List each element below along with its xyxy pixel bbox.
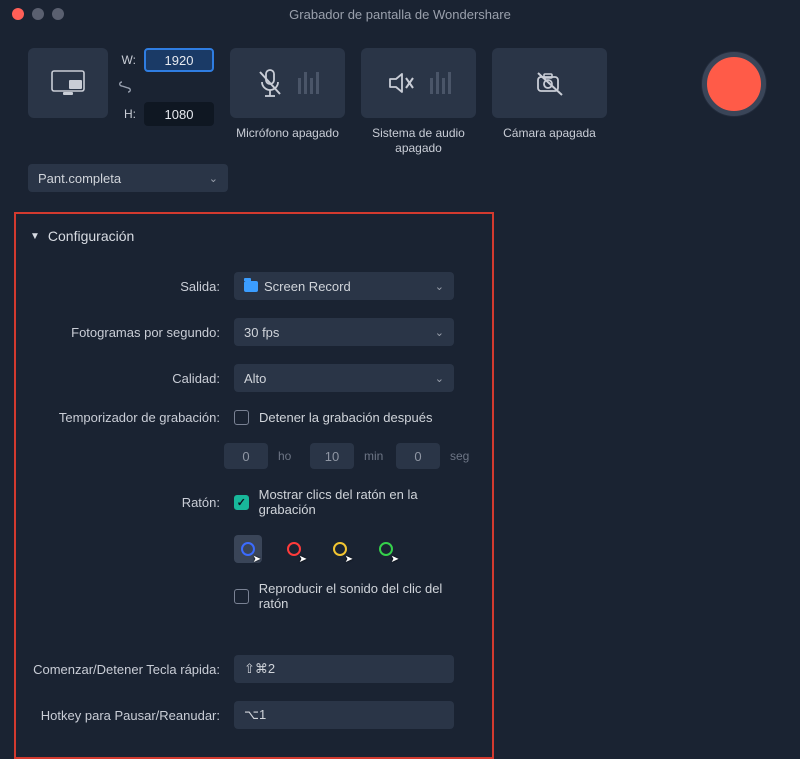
height-input[interactable] bbox=[144, 102, 214, 126]
system-audio-label: Sistema de audio apagado bbox=[361, 126, 476, 156]
configuration-panel: ▼ Configuración Salida: Screen Record ⌄ … bbox=[14, 212, 494, 759]
quality-value: Alto bbox=[244, 371, 266, 386]
cursor-icon: ➤ bbox=[253, 554, 261, 565]
hotkey-pause-label: Hotkey para Pausar/Reanudar: bbox=[26, 708, 220, 723]
config-title: Configuración bbox=[48, 228, 134, 244]
camera-off-icon bbox=[534, 69, 566, 97]
screen-region-button[interactable] bbox=[28, 48, 108, 118]
output-value: Screen Record bbox=[264, 279, 351, 294]
speaker-off-icon bbox=[386, 70, 416, 96]
record-timer-label: Temporizador de grabación: bbox=[26, 410, 220, 425]
cursor-color-option[interactable]: ➤ bbox=[234, 535, 262, 563]
click-sound-checkbox[interactable] bbox=[234, 589, 249, 604]
hotkey-pause-input[interactable] bbox=[234, 701, 454, 729]
microphone-label: Micrófono apagado bbox=[236, 126, 339, 156]
chevron-down-icon: ⌄ bbox=[209, 172, 218, 185]
window-minimize-button[interactable] bbox=[32, 8, 44, 20]
lock-aspect-icon[interactable] bbox=[118, 80, 136, 94]
folder-icon bbox=[244, 281, 258, 292]
chevron-down-icon: ⌄ bbox=[435, 326, 444, 339]
window-maximize-button[interactable] bbox=[52, 8, 64, 20]
fps-label: Fotogramas por segundo: bbox=[26, 325, 220, 340]
quality-label: Calidad: bbox=[26, 371, 220, 386]
system-audio-toggle[interactable] bbox=[361, 48, 476, 118]
microphone-off-icon bbox=[256, 68, 284, 98]
stop-after-checkbox[interactable] bbox=[234, 410, 249, 425]
cursor-color-option[interactable]: ➤ bbox=[372, 535, 400, 563]
microphone-toggle[interactable] bbox=[230, 48, 345, 118]
cursor-color-option[interactable]: ➤ bbox=[326, 535, 354, 563]
screen-icon bbox=[51, 70, 85, 96]
show-clicks-checkbox[interactable]: ✓ bbox=[234, 495, 249, 510]
cursor-icon: ➤ bbox=[391, 554, 399, 565]
timer-minutes-input[interactable] bbox=[310, 443, 354, 469]
camera-label: Cámara apagada bbox=[503, 126, 596, 156]
height-label: H: bbox=[118, 107, 136, 121]
hotkey-startstop-label: Comenzar/Detener Tecla rápida: bbox=[26, 662, 220, 677]
window-title: Grabador de pantalla de Wondershare bbox=[0, 7, 800, 22]
cursor-color-option[interactable]: ➤ bbox=[280, 535, 308, 563]
fps-value: 30 fps bbox=[244, 325, 279, 340]
hotkey-startstop-input[interactable] bbox=[234, 655, 454, 683]
cursor-icon: ➤ bbox=[299, 554, 307, 565]
output-label: Salida: bbox=[26, 279, 220, 294]
config-toggle[interactable]: ▼ Configuración bbox=[30, 228, 472, 244]
cursor-icon: ➤ bbox=[345, 554, 353, 565]
fps-select[interactable]: 30 fps ⌄ bbox=[234, 318, 454, 346]
stop-after-label: Detener la grabación después bbox=[259, 410, 432, 425]
triangle-down-icon: ▼ bbox=[30, 231, 40, 242]
chevron-down-icon: ⌄ bbox=[435, 280, 444, 293]
width-input[interactable] bbox=[144, 48, 214, 72]
timer-hours-input[interactable] bbox=[224, 443, 268, 469]
mic-level-icon bbox=[298, 72, 319, 94]
quality-select[interactable]: Alto ⌄ bbox=[234, 364, 454, 392]
show-clicks-label: Mostrar clics del ratón en la grabación bbox=[259, 487, 472, 517]
window-close-button[interactable] bbox=[12, 8, 24, 20]
chevron-down-icon: ⌄ bbox=[435, 372, 444, 385]
screen-mode-select[interactable]: Pant.completa ⌄ bbox=[28, 164, 228, 192]
click-sound-label: Reproducir el sonido del clic del ratón bbox=[259, 581, 472, 611]
hours-unit: ho bbox=[278, 449, 300, 463]
camera-toggle[interactable] bbox=[492, 48, 607, 118]
mouse-label: Ratón: bbox=[26, 495, 220, 510]
sys-audio-level-icon bbox=[430, 72, 451, 94]
minutes-unit: min bbox=[364, 449, 386, 463]
seconds-unit: seg bbox=[450, 449, 472, 463]
timer-seconds-input[interactable] bbox=[396, 443, 440, 469]
record-button[interactable] bbox=[702, 52, 766, 116]
screen-mode-value: Pant.completa bbox=[38, 171, 121, 186]
output-select[interactable]: Screen Record ⌄ bbox=[234, 272, 454, 300]
width-label: W: bbox=[118, 53, 136, 67]
